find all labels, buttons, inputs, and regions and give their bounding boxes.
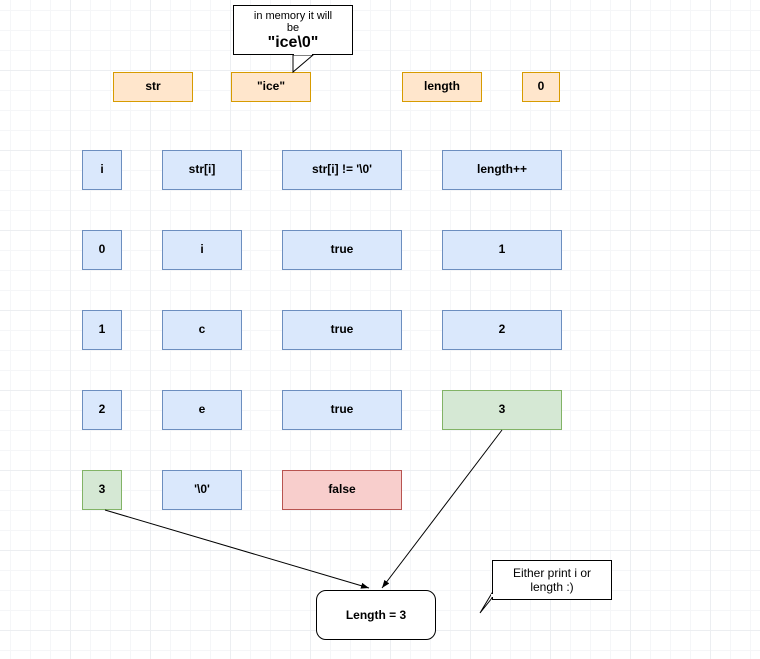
r1-cond: true	[282, 310, 402, 350]
r3-cond: false	[282, 470, 402, 510]
r2-i: 2	[82, 390, 122, 430]
result-box: Length = 3	[316, 590, 436, 640]
callout-memory-big: "ice\0"	[238, 34, 348, 52]
r0-len: 1	[442, 230, 562, 270]
r2-cond: true	[282, 390, 402, 430]
hdr-cond: str[i] != '\0'	[282, 150, 402, 190]
callout-memory-l1: in memory it will	[238, 10, 348, 22]
r0-ch: i	[162, 230, 242, 270]
val-zero: 0	[522, 72, 560, 102]
val-ice: "ice"	[231, 72, 311, 102]
callout-print-l1: Either print i or	[497, 566, 607, 580]
r3-ch: '\0'	[162, 470, 242, 510]
hdr-i: i	[82, 150, 122, 190]
hdr-stri: str[i]	[162, 150, 242, 190]
r2-len: 3	[442, 390, 562, 430]
var-length: length	[402, 72, 482, 102]
r0-cond: true	[282, 230, 402, 270]
r1-len: 2	[442, 310, 562, 350]
callout-memory-l2: be	[238, 22, 348, 34]
r1-i: 1	[82, 310, 122, 350]
r2-ch: e	[162, 390, 242, 430]
hdr-lenpp: length++	[442, 150, 562, 190]
r0-i: 0	[82, 230, 122, 270]
callout-memory: in memory it will be "ice\0"	[233, 5, 353, 55]
callout-print-l2: length :)	[497, 580, 607, 594]
callout-print: Either print i or length :)	[492, 560, 612, 600]
r1-ch: c	[162, 310, 242, 350]
r3-i: 3	[82, 470, 122, 510]
var-str: str	[113, 72, 193, 102]
